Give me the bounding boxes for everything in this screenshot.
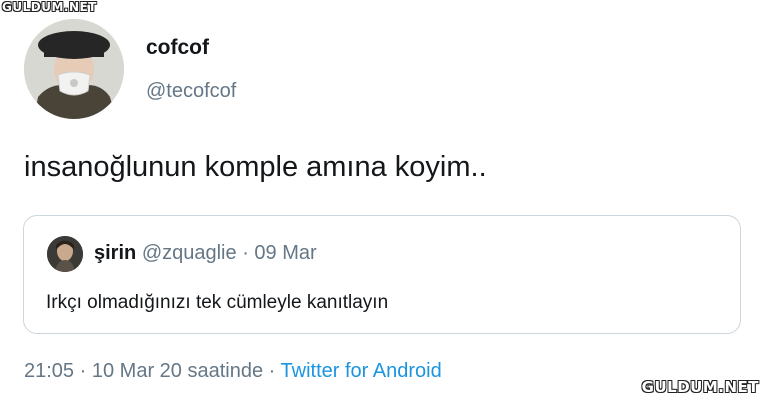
meta-separator-2: · [268, 360, 276, 382]
tweet-meta: 21:05 · 10 Mar 20 saatinde · Twitter for… [24, 360, 442, 383]
quoted-avatar[interactable] [47, 236, 83, 272]
tweet-text: insanoğlunun komple amına koyim.. [24, 151, 487, 183]
quoted-handle[interactable]: @zquaglie [142, 242, 237, 264]
quoted-display-name[interactable]: şirin [94, 242, 136, 264]
watermark-bottom: GULDUM.NET [641, 378, 759, 396]
author-display-name[interactable]: cofcof [146, 36, 209, 60]
tweet-date[interactable]: 10 Mar 20 saatinde [92, 360, 263, 382]
tweet-time[interactable]: 21:05 [24, 360, 74, 382]
tweet-source-link[interactable]: Twitter for Android [281, 360, 442, 382]
watermark-top: GULDUM.NET [2, 0, 97, 14]
author-avatar[interactable] [24, 19, 124, 119]
quoted-separator: · [242, 242, 249, 264]
quoted-tweet-card[interactable]: şirin @zquaglie · 09 Mar Irkçı olmadığın… [23, 215, 741, 334]
author-handle[interactable]: @tecofcof [146, 80, 236, 103]
avatar-image [24, 19, 124, 119]
quoted-date[interactable]: 09 Mar [254, 242, 316, 264]
quoted-avatar-image [47, 236, 83, 272]
quoted-header: şirin @zquaglie · 09 Mar [94, 242, 317, 265]
quoted-text: Irkçı olmadığınızı tek cümleyle kanıtlay… [46, 292, 389, 313]
meta-separator: · [79, 360, 87, 382]
